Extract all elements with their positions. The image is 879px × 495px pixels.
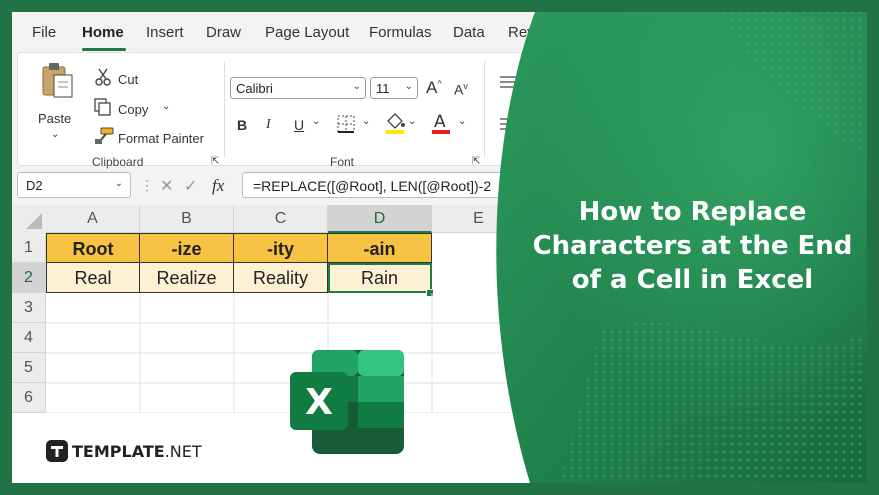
name-box[interactable]: D2 ⌄ bbox=[17, 172, 131, 198]
tab-review[interactable]: Revi bbox=[508, 24, 538, 41]
bold-button[interactable]: B bbox=[237, 117, 247, 133]
ribbon-separator bbox=[484, 61, 485, 157]
column-header-d[interactable]: D bbox=[328, 205, 432, 233]
chevron-down-icon: ⌄ bbox=[404, 81, 413, 92]
menu-bar: File Home Insert Draw Page Layout Formul… bbox=[12, 12, 867, 52]
brand-name-suffix: .NET bbox=[164, 442, 202, 461]
format-painter-icon[interactable] bbox=[94, 127, 114, 145]
copy-dropdown-icon[interactable]: ⌄ bbox=[162, 101, 170, 112]
row-header-2[interactable]: 2 bbox=[12, 263, 46, 293]
borders-icon[interactable] bbox=[336, 114, 356, 134]
active-tab-indicator bbox=[82, 48, 126, 51]
svg-text:X: X bbox=[305, 382, 333, 423]
cell-a2[interactable]: Real bbox=[46, 263, 140, 293]
font-family-select[interactable]: Calibri ⌄ bbox=[230, 77, 366, 99]
paste-label[interactable]: Paste bbox=[38, 111, 71, 126]
cell-c1[interactable]: -ity bbox=[234, 233, 328, 263]
format-painter-label[interactable]: Format Painter bbox=[118, 131, 204, 146]
tab-data[interactable]: Data bbox=[453, 24, 485, 41]
row-header-6[interactable]: 6 bbox=[12, 383, 46, 413]
font-size-select[interactable]: 11 ⌄ bbox=[370, 77, 418, 99]
scissors-icon[interactable] bbox=[94, 68, 112, 86]
dialog-launcher-icon[interactable]: ⇱ bbox=[472, 156, 480, 167]
decrease-font-glyph: A bbox=[454, 81, 464, 98]
fill-color-dropdown-icon[interactable]: ⌄ bbox=[408, 116, 416, 127]
enter-icon[interactable]: ✓ bbox=[184, 176, 197, 196]
banner-title-line1: How to Replace bbox=[578, 197, 807, 227]
row-header-5[interactable]: 5 bbox=[12, 353, 46, 383]
underline-button[interactable]: U bbox=[294, 117, 304, 133]
select-all-triangle-icon bbox=[26, 213, 42, 229]
row-header-1[interactable]: 1 bbox=[12, 233, 46, 263]
cell-b2[interactable]: Realize bbox=[140, 263, 234, 293]
tab-draw[interactable]: Draw bbox=[206, 24, 241, 41]
increase-font-glyph: A bbox=[426, 78, 438, 97]
cell-c2[interactable]: Reality bbox=[234, 263, 328, 293]
ribbon: Paste ⌄ Cut Copy ⌄ Format Painter Clipbo… bbox=[17, 52, 867, 169]
cell-a1[interactable]: Root bbox=[46, 233, 140, 263]
banner-title-line3: of a Cell in Excel bbox=[571, 265, 814, 295]
insert-function-button[interactable]: fx bbox=[212, 176, 224, 196]
font-color-dropdown-icon[interactable]: ⌄ bbox=[458, 116, 466, 127]
select-all-button[interactable] bbox=[12, 205, 47, 234]
clipboard-group-label: Clipboard bbox=[92, 155, 144, 169]
paste-icon[interactable] bbox=[40, 61, 76, 101]
borders-dropdown-icon[interactable]: ⌄ bbox=[362, 116, 370, 127]
cut-label[interactable]: Cut bbox=[118, 72, 138, 87]
align-top-icon[interactable] bbox=[498, 75, 518, 89]
increase-font-button[interactable]: A^ bbox=[426, 78, 442, 98]
font-color-icon[interactable]: A bbox=[430, 111, 452, 135]
template-net-logo: TEMPLATE.NET bbox=[46, 440, 202, 462]
paste-dropdown-icon[interactable]: ⌄ bbox=[51, 129, 59, 140]
tab-file[interactable]: File bbox=[32, 24, 56, 41]
copy-icon[interactable] bbox=[94, 98, 112, 116]
row-header-4[interactable]: 4 bbox=[12, 323, 46, 353]
template-logo-icon bbox=[46, 440, 68, 462]
banner-title: How to Replace Characters at the End of … bbox=[530, 195, 855, 297]
column-header-b[interactable]: B bbox=[140, 205, 234, 233]
more-options-icon[interactable]: ⋮ bbox=[140, 177, 154, 194]
font-family-value: Calibri bbox=[236, 81, 273, 96]
banner-title-line2: Characters at the End bbox=[532, 231, 853, 261]
decrease-font-button[interactable]: Av bbox=[454, 81, 468, 98]
tab-formulas[interactable]: Formulas bbox=[369, 24, 432, 41]
row-header-3[interactable]: 3 bbox=[12, 293, 46, 323]
chevron-down-icon: ⌄ bbox=[352, 81, 361, 92]
cell-b1[interactable]: -ize bbox=[140, 233, 234, 263]
tab-page-layout[interactable]: Page Layout bbox=[265, 24, 349, 41]
cell-d1[interactable]: -ain bbox=[328, 233, 432, 263]
tab-home[interactable]: Home bbox=[82, 24, 124, 41]
excel-logo-icon: X bbox=[290, 350, 404, 454]
align-left-icon[interactable] bbox=[498, 117, 518, 131]
italic-button[interactable]: I bbox=[266, 117, 271, 133]
brand-name: TEMPLATE.NET bbox=[72, 442, 202, 461]
column-header-a[interactable]: A bbox=[46, 205, 140, 233]
dialog-launcher-icon[interactable]: ⇱ bbox=[211, 156, 219, 167]
column-header-e[interactable]: E bbox=[432, 205, 526, 233]
underline-dropdown-icon[interactable]: ⌄ bbox=[312, 116, 320, 127]
fill-color-icon[interactable] bbox=[384, 111, 406, 135]
copy-label[interactable]: Copy bbox=[118, 102, 148, 117]
cancel-icon[interactable]: ✕ bbox=[160, 176, 173, 196]
name-box-value: D2 bbox=[26, 178, 43, 193]
svg-text:A: A bbox=[434, 112, 446, 132]
font-size-value: 11 bbox=[376, 81, 390, 96]
column-header-c[interactable]: C bbox=[234, 205, 328, 233]
ribbon-separator bbox=[224, 61, 225, 157]
chevron-down-icon: ⌄ bbox=[114, 178, 123, 189]
tab-insert[interactable]: Insert bbox=[146, 24, 184, 41]
cell-d2[interactable]: Rain bbox=[328, 263, 432, 293]
brand-name-bold: TEMPLATE bbox=[72, 442, 165, 461]
font-group-label: Font bbox=[330, 155, 355, 169]
